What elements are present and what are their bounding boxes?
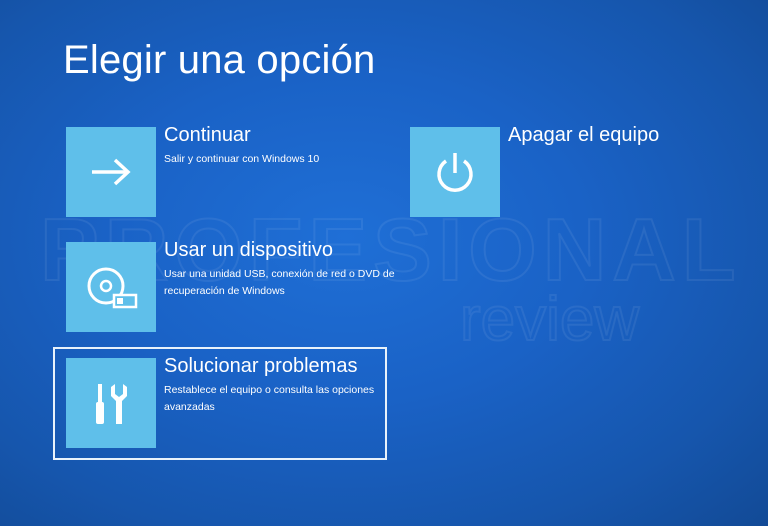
tools-icon xyxy=(96,384,127,424)
option-troubleshoot[interactable]: Solucionar problemas Restablece el equip… xyxy=(66,355,376,448)
option-tile xyxy=(66,242,156,332)
option-tile xyxy=(410,127,500,217)
arrow-right-icon xyxy=(92,158,131,186)
option-title: Apagar el equipo xyxy=(508,124,660,146)
option-description: Usar una unidad USB, conexión de red o D… xyxy=(164,268,395,297)
watermark-line2: review xyxy=(460,285,639,350)
option-title: Usar un dispositivo xyxy=(164,239,333,261)
option-description: Restablece el equipo o consulta las opci… xyxy=(164,384,375,413)
option-title: Solucionar problemas xyxy=(164,355,358,377)
option-continue[interactable]: Continuar Salir y continuar con Windows … xyxy=(66,124,366,217)
option-tile xyxy=(66,358,156,448)
option-description: Salir y continuar con Windows 10 xyxy=(164,153,320,165)
disc-usb-icon xyxy=(87,267,138,309)
option-tile xyxy=(66,127,156,217)
option-power-off[interactable]: Apagar el equipo xyxy=(410,124,680,217)
option-title: Continuar xyxy=(164,124,251,146)
page-title: Elegir una opción xyxy=(63,38,376,82)
option-use-device[interactable]: Usar un dispositivo Usar una unidad USB,… xyxy=(66,239,395,332)
power-icon xyxy=(437,153,473,192)
